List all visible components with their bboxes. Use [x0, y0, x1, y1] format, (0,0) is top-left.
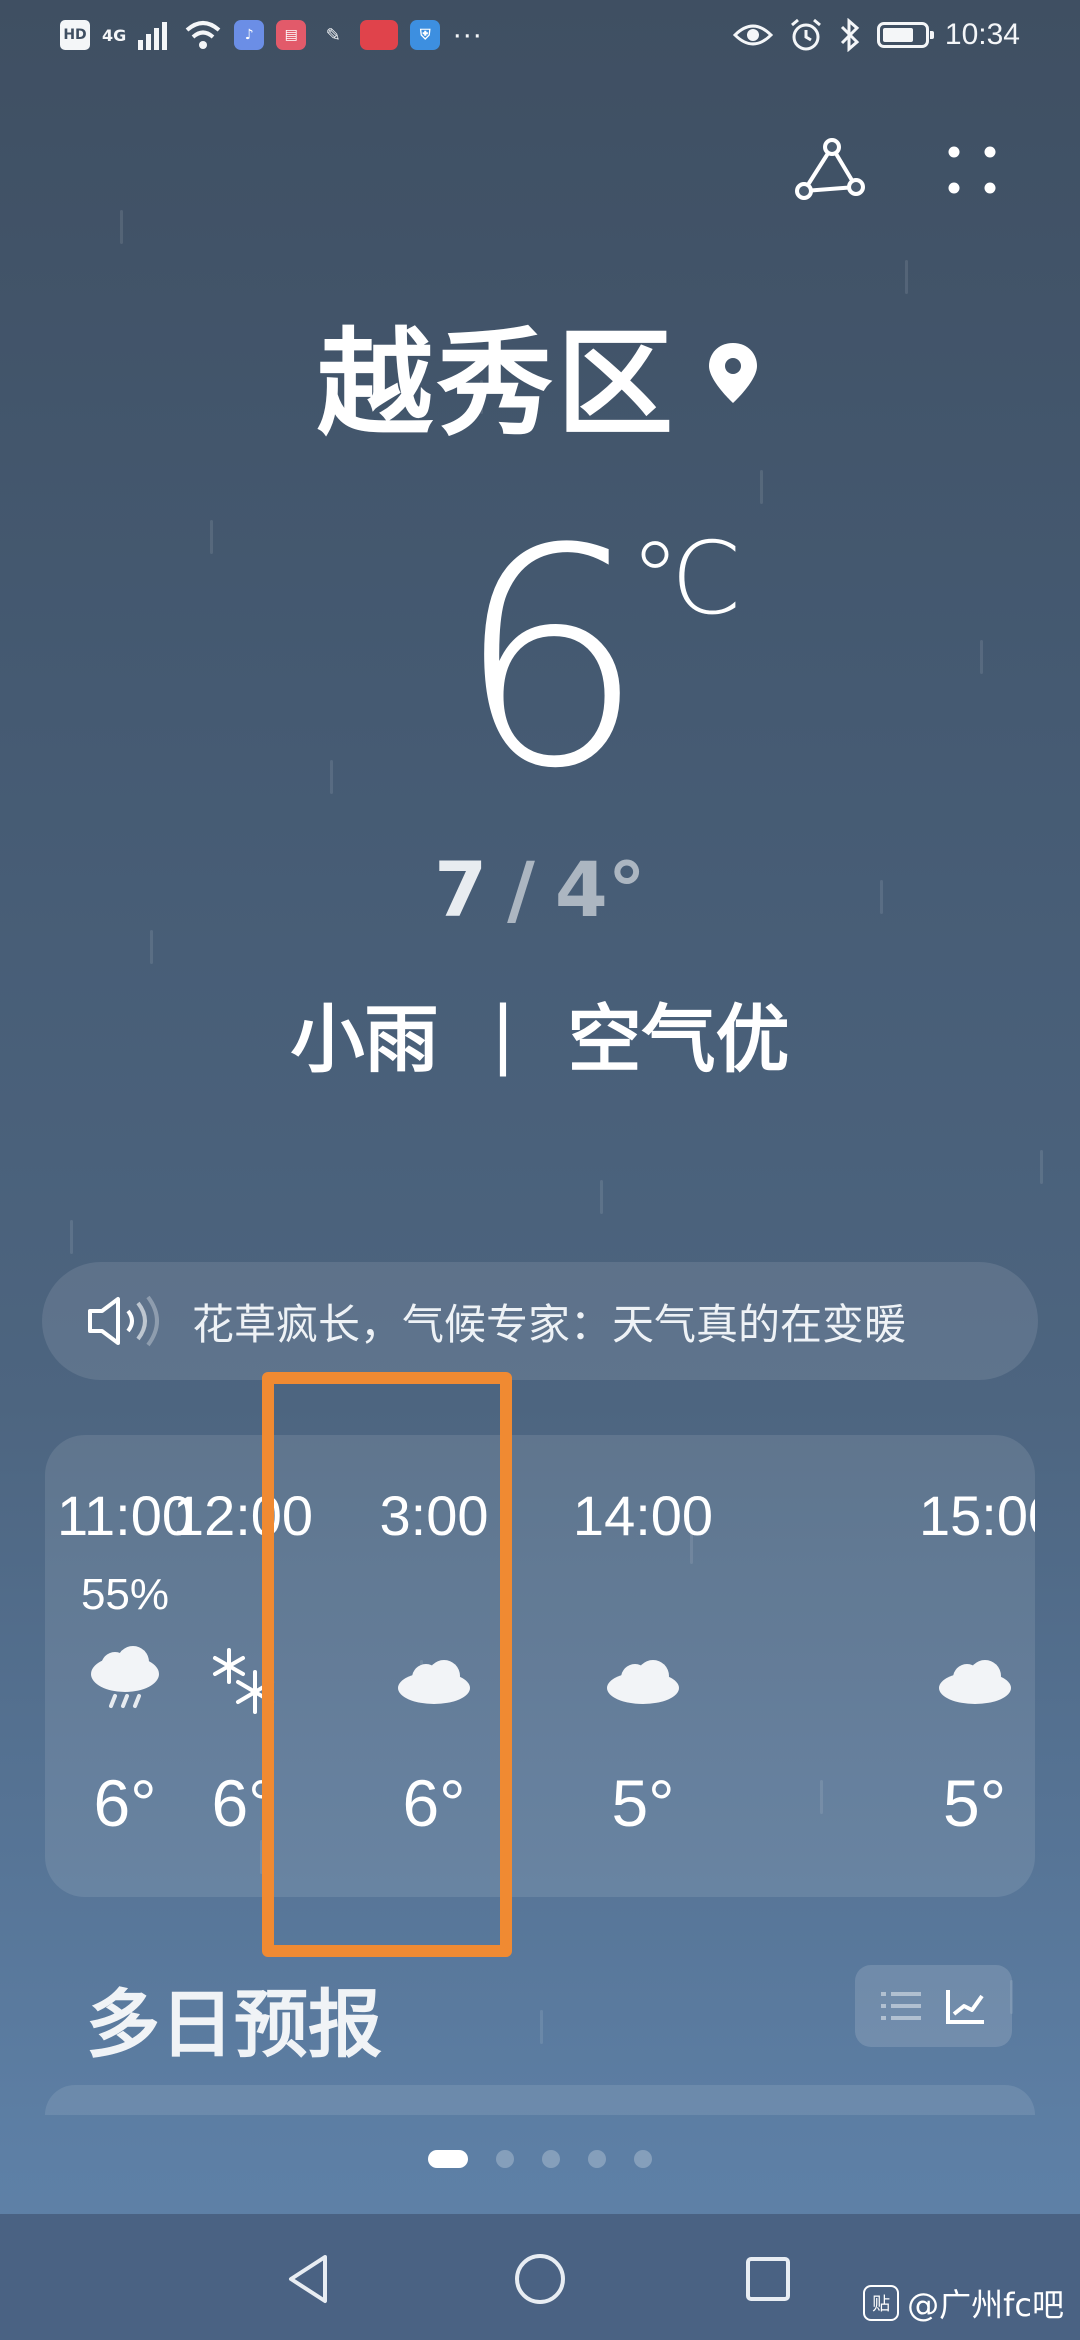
battery-icon [876, 22, 934, 48]
back-triangle-icon [289, 2255, 327, 2303]
watermark: 贴 @广州fc吧 [863, 2280, 1064, 2326]
recents-square-icon [746, 2257, 790, 2301]
recents-button[interactable] [728, 2239, 808, 2319]
status-bar: HD 4G ♪ ▤ ✎ ⛨ ··· 10:34 [0, 0, 1080, 80]
wifi-icon [185, 21, 221, 49]
page-dot[interactable] [496, 2150, 514, 2168]
tieba-logo-icon: 贴 [863, 2285, 900, 2321]
multi-day-card [45, 2085, 1035, 2115]
hour-temp: 5° [611, 1766, 675, 1840]
current-temp-value: 6 [455, 485, 646, 834]
study-app-icon: ✎ [325, 24, 341, 46]
air-quality[interactable]: 空气优 [567, 980, 789, 1087]
high-low: 7 / 4° [0, 845, 1080, 934]
four-dots-menu-icon [948, 146, 996, 194]
current-temperature: 6 ℃ [0, 510, 1080, 810]
shield-app-icon: ⛨ [410, 20, 441, 50]
view-toggle[interactable] [855, 1965, 1012, 2047]
low-temp: 4° [554, 845, 646, 934]
hour-item[interactable]: 15:00 5° [905, 1435, 1035, 1897]
bluetooth-icon [840, 18, 860, 52]
highlight-box [262, 1372, 512, 1957]
share-icon [795, 138, 865, 200]
hd-indicator: HD [60, 20, 90, 50]
condition-line: 小雨 | 空气优 [0, 980, 1080, 1087]
location-name: 越秀区 [317, 317, 677, 452]
location-header[interactable]: 越秀区 [0, 290, 1080, 458]
share-button[interactable] [790, 130, 870, 210]
multi-day-title: 多日预报 [86, 1982, 382, 2068]
cloud-icon [939, 1660, 1011, 1704]
high-temp: 7 [434, 845, 488, 934]
network-type-indicator: 4G [102, 25, 127, 45]
back-button[interactable] [268, 2239, 348, 2319]
navigation-bar: 贴 @广州fc吧 [0, 2214, 1080, 2340]
chart-view-icon[interactable] [944, 1986, 988, 2026]
reader-app-icon: ▤ [276, 20, 307, 50]
location-pin-icon [709, 343, 757, 403]
watermark-text: @广州fc吧 [907, 2286, 1064, 2324]
page-dot[interactable] [634, 2150, 652, 2168]
news-ticker[interactable]: 花草疯长，气候专家：天气真的在变暖 [42, 1262, 1038, 1380]
rain-cloud-icon [91, 1646, 159, 1708]
high-low-separator: / [507, 845, 535, 934]
temp-unit: ℃ [630, 520, 743, 637]
condition-separator: | [490, 990, 516, 1077]
clock: 10:34 [944, 18, 1020, 51]
hour-temp: 5° [943, 1766, 1007, 1840]
status-left: HD 4G ♪ ▤ ✎ ⛨ ··· [60, 18, 482, 52]
huawei-app-icon [360, 20, 399, 50]
page-dot[interactable] [588, 2150, 606, 2168]
more-notifications-indicator: ··· [452, 18, 483, 51]
menu-button[interactable] [932, 130, 1012, 210]
hour-item[interactable]: 14:00 5° [563, 1435, 723, 1897]
list-view-icon[interactable] [879, 1986, 923, 2026]
home-circle-icon [515, 2254, 565, 2304]
hour-time: 14:00 [572, 1484, 714, 1547]
page-dot[interactable] [542, 2150, 560, 2168]
page-indicator [0, 2150, 1080, 2168]
eye-icon [732, 24, 773, 46]
cloud-icon [607, 1660, 679, 1704]
status-right: 10:34 [732, 18, 1020, 52]
music-app-icon: ♪ [234, 20, 265, 50]
page-dot-active[interactable] [428, 2150, 468, 2168]
weather-condition: 小雨 [290, 997, 439, 1083]
hourly-forecast[interactable]: 11:00 55% 6° 12:00 6° 3:00 6° 14:00 5° 1… [45, 1435, 1035, 1897]
speaker-icon [88, 1295, 159, 1347]
hour-time: 15:00 [919, 1484, 1035, 1547]
alarm-icon [790, 18, 821, 51]
signal-icon [138, 22, 168, 50]
ticker-headline: 花草疯长，气候专家：天气真的在变暖 [192, 1299, 907, 1349]
home-button[interactable] [500, 2239, 580, 2319]
